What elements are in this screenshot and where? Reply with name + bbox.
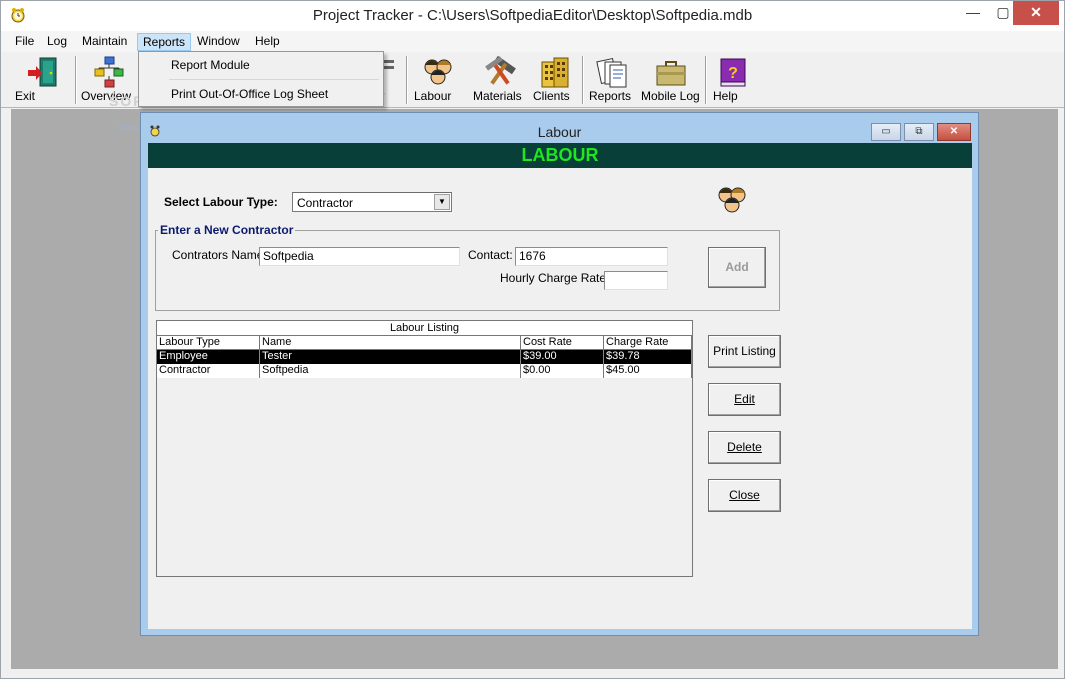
minimize-button[interactable]: — [958, 1, 988, 25]
column-header-name[interactable]: Name [260, 336, 521, 350]
toolbar-mobile-log-button[interactable]: Mobile Log [641, 54, 701, 106]
menu-help[interactable]: Help [250, 33, 285, 51]
menu-window[interactable]: Window [192, 33, 245, 51]
toolbar-clients-button[interactable]: Clients [533, 54, 577, 106]
contact-label: Contact: [468, 248, 513, 262]
add-button[interactable]: Add [708, 247, 766, 288]
toolbar-help-button[interactable]: ? Help [713, 54, 753, 106]
contact-field[interactable]: 1676 [515, 247, 668, 266]
labour-people-icon [424, 59, 452, 85]
toolbar-clients-label: Clients [533, 89, 570, 103]
labour-banner: LABOUR [148, 143, 972, 168]
labour-window: Labour ▭ ⧉ ✕ LABOUR Select Labour Type: … [140, 112, 979, 636]
cell-name: Softpedia [260, 364, 521, 378]
menu-bar: File Log Maintain Reports Window Help [1, 31, 1064, 52]
print-listing-button[interactable]: Print Listing [708, 335, 781, 368]
cell-charge-rate: $45.00 [604, 364, 692, 378]
toolbar-reports-label: Reports [589, 89, 632, 103]
column-header-cost-rate[interactable]: Cost Rate [521, 336, 604, 350]
toolbar-reports-button[interactable]: Reports [589, 54, 635, 106]
cell-labour-type: Contractor [157, 364, 260, 378]
hourly-charge-rate-field[interactable] [604, 271, 668, 290]
materials-tools-icon [485, 56, 516, 85]
svg-text:?: ? [728, 65, 738, 82]
edit-button[interactable]: Edit [708, 383, 781, 416]
chevron-down-icon[interactable]: ▼ [434, 194, 450, 210]
new-contractor-group-title: Enter a New Contractor [158, 223, 296, 237]
contractor-name-label: Contrators Name: [172, 248, 267, 262]
reports-dropdown-menu: Report Module Print Out-Of-Office Log Sh… [138, 51, 384, 107]
cell-cost-rate: $39.00 [521, 350, 604, 364]
exit-door-icon [28, 57, 57, 87]
cell-cost-rate: $0.00 [521, 364, 604, 378]
labour-window-title-bar: Labour ▭ ⧉ ✕ [141, 113, 978, 143]
delete-button[interactable]: Delete [708, 431, 781, 464]
labour-form: LABOUR Select Labour Type: Contractor ▼ … [148, 143, 972, 629]
mobile-log-briefcase-icon [656, 61, 686, 86]
menu-log[interactable]: Log [42, 33, 72, 51]
toolbar-separator [705, 56, 707, 104]
toolbar-labour-button[interactable]: Labour [414, 54, 462, 106]
menu-maintain[interactable]: Maintain [77, 33, 132, 51]
toolbar-labour-label: Labour [414, 89, 452, 103]
table-header-row: Labour Type Name Cost Rate Charge Rate [157, 336, 692, 350]
labour-type-selected-value: Contractor [297, 196, 354, 210]
menu-item-print-out-of-office-log-sheet[interactable]: Print Out-Of-Office Log Sheet [139, 82, 383, 106]
title-bar: Project Tracker - C:\Users\SoftpediaEdit… [1, 1, 1064, 31]
contractor-name-field[interactable]: Softpedia [259, 247, 460, 266]
menu-reports[interactable]: Reports [137, 33, 192, 51]
clients-building-icon [541, 57, 569, 88]
cell-labour-type: Employee [157, 350, 260, 364]
help-book-icon: ? [720, 58, 746, 87]
overview-chart-icon [94, 56, 124, 88]
close-form-button[interactable]: Close [708, 479, 781, 512]
project-tracker-window: Project Tracker - C:\Users\SoftpediaEdit… [0, 0, 1065, 679]
reports-documents-icon [596, 57, 627, 88]
close-button[interactable]: ✕ [1013, 1, 1059, 25]
toolbar-mobile-log-label: Mobile Log [641, 89, 700, 103]
toolbar-separator [406, 56, 408, 104]
table-row[interactable]: Employee Tester $39.00 $39.78 [157, 350, 692, 364]
toolbar-help-label: Help [713, 89, 738, 103]
hourly-charge-rate-label: Hourly Charge Rate: [500, 271, 610, 285]
labour-close-button[interactable]: ✕ [937, 123, 971, 141]
window-title: Project Tracker - C:\Users\SoftpediaEdit… [312, 7, 753, 24]
labour-banner-text: LABOUR [521, 145, 599, 165]
column-header-charge-rate[interactable]: Charge Rate [604, 336, 692, 350]
labour-minimize-button[interactable]: ▭ [871, 123, 901, 141]
labour-listing-table[interactable]: Labour Listing Labour Type Name Cost Rat… [156, 320, 693, 577]
toolbar-materials-button[interactable]: Materials [473, 54, 527, 106]
select-labour-type-label: Select Labour Type: [164, 195, 278, 209]
new-contractor-group [155, 230, 780, 311]
toolbar-exit-button[interactable]: Exit [15, 54, 71, 106]
toolbar-separator [75, 56, 77, 104]
labour-window-title: Labour [537, 124, 582, 140]
toolbar-exit-label: Exit [15, 89, 36, 103]
cell-charge-rate: $39.78 [604, 350, 692, 364]
toolbar-materials-label: Materials [473, 89, 522, 103]
cell-name: Tester [260, 350, 521, 364]
toolbar-separator [582, 56, 584, 104]
labour-listing-caption: Labour Listing [157, 321, 692, 336]
menu-item-report-module[interactable]: Report Module [139, 53, 383, 77]
table-row[interactable]: Contractor Softpedia $0.00 $45.00 [157, 364, 692, 378]
menu-separator [169, 79, 379, 80]
menu-file[interactable]: File [10, 33, 39, 51]
labour-type-select[interactable]: Contractor ▼ [292, 192, 452, 212]
column-header-labour-type[interactable]: Labour Type [157, 336, 260, 350]
labour-maximize-button[interactable]: ⧉ [904, 123, 934, 141]
labour-people-icon [718, 187, 746, 213]
